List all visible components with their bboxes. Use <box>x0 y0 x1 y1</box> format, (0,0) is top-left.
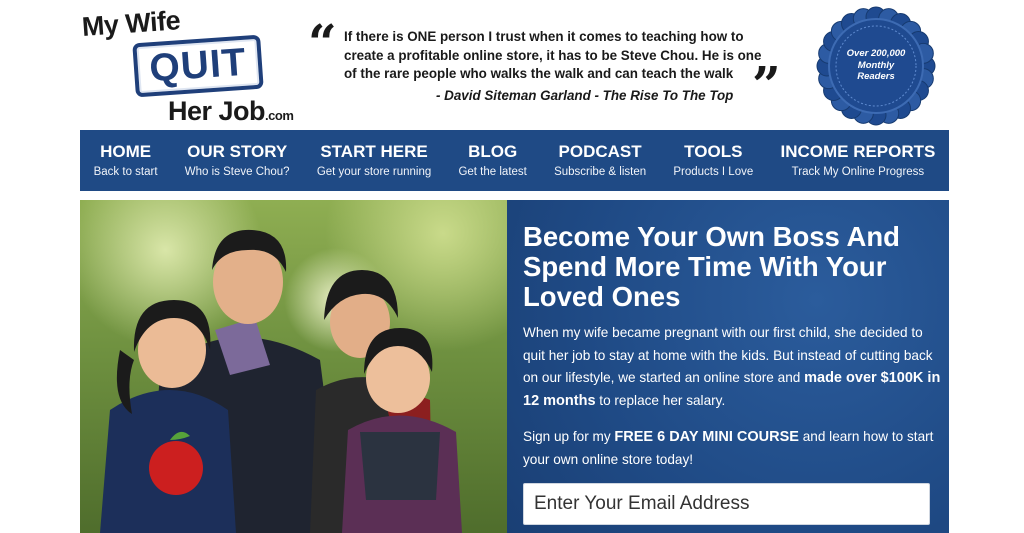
family-photo <box>80 200 507 533</box>
email-input[interactable] <box>523 483 930 525</box>
badge-line-3: Readers <box>857 71 895 82</box>
quote-text: If there is ONE person I trust when it c… <box>344 29 762 81</box>
nav-title: INCOME REPORTS <box>780 141 936 161</box>
nav-title: HOME <box>100 141 152 161</box>
nav-subtitle: Get your store running <box>316 165 432 178</box>
logo-quit-box: QUIT <box>132 34 264 98</box>
nav-item-home[interactable]: HOME Back to start <box>80 130 171 191</box>
logo-line-quit: QUIT <box>147 40 248 91</box>
nav-subtitle: Who is Steve Chou? <box>184 165 290 178</box>
nav-item-our-story[interactable]: OUR STORY Who is Steve Chou? <box>171 130 303 191</box>
hero-course-paragraph: Sign up for my FREE 6 DAY MINI COURSE an… <box>523 426 943 471</box>
close-quote-icon: ” <box>752 55 781 114</box>
hero-intro-paragraph: When my wife became pregnant with our fi… <box>523 322 943 412</box>
quote-attribution: - David Siteman Garland - The Rise To Th… <box>436 88 734 103</box>
testimonial-quote: “ If there is ONE person I trust when it… <box>306 13 782 114</box>
logo-line-her-job: Her Job.com <box>168 96 294 127</box>
badge-text: Over 200,000 Monthly Readers <box>836 48 916 83</box>
badge-line-2: Monthly <box>857 59 895 71</box>
main-nav: HOME Back to start OUR STORY Who is Stev… <box>80 130 949 191</box>
nav-item-tools[interactable]: TOOLS Products I Love <box>660 130 767 191</box>
logo-suffix: .com <box>265 108 294 123</box>
logo-line-my-wife: My Wife <box>80 5 182 42</box>
hero-headline: Become Your Own Boss And Spend More Time… <box>523 221 900 312</box>
open-quote-icon: “ <box>308 13 337 72</box>
badge-line-1: Over 200,000 <box>846 48 906 59</box>
logo-her-job-text: Her Job <box>168 96 266 126</box>
nav-title: BLOG <box>468 141 518 161</box>
hero-signup-panel: Become Your Own Boss And Spend More Time… <box>507 200 949 533</box>
nav-item-podcast[interactable]: PODCAST Subscribe & listen <box>540 130 659 191</box>
nav-subtitle: Track My Online Progress <box>791 165 925 178</box>
nav-subtitle: Back to start <box>93 165 158 178</box>
nav-item-income-reports[interactable]: INCOME REPORTS Track My Online Progress <box>767 130 949 191</box>
hero-intro-end: to replace her salary. <box>595 392 726 408</box>
nav-title: PODCAST <box>558 141 642 161</box>
readers-badge: Over 200,000 Monthly Readers <box>812 2 940 130</box>
hero-course-highlight: FREE 6 DAY MINI COURSE <box>614 429 799 445</box>
hero-course-start: Sign up for my <box>523 429 615 444</box>
nav-subtitle: Products I Love <box>673 165 754 178</box>
nav-subtitle: Subscribe & listen <box>554 165 647 178</box>
site-logo[interactable]: My Wife QUIT Her Job.com <box>80 5 308 127</box>
nav-title: START HERE <box>320 141 428 161</box>
nav-title: TOOLS <box>684 141 743 161</box>
nav-item-blog[interactable]: BLOG Get the latest <box>445 130 541 191</box>
nav-title: OUR STORY <box>187 141 288 161</box>
family-photo-illustration <box>100 229 462 533</box>
nav-subtitle: Get the latest <box>458 165 527 178</box>
nav-item-start-here[interactable]: START HERE Get your store running <box>303 130 445 191</box>
